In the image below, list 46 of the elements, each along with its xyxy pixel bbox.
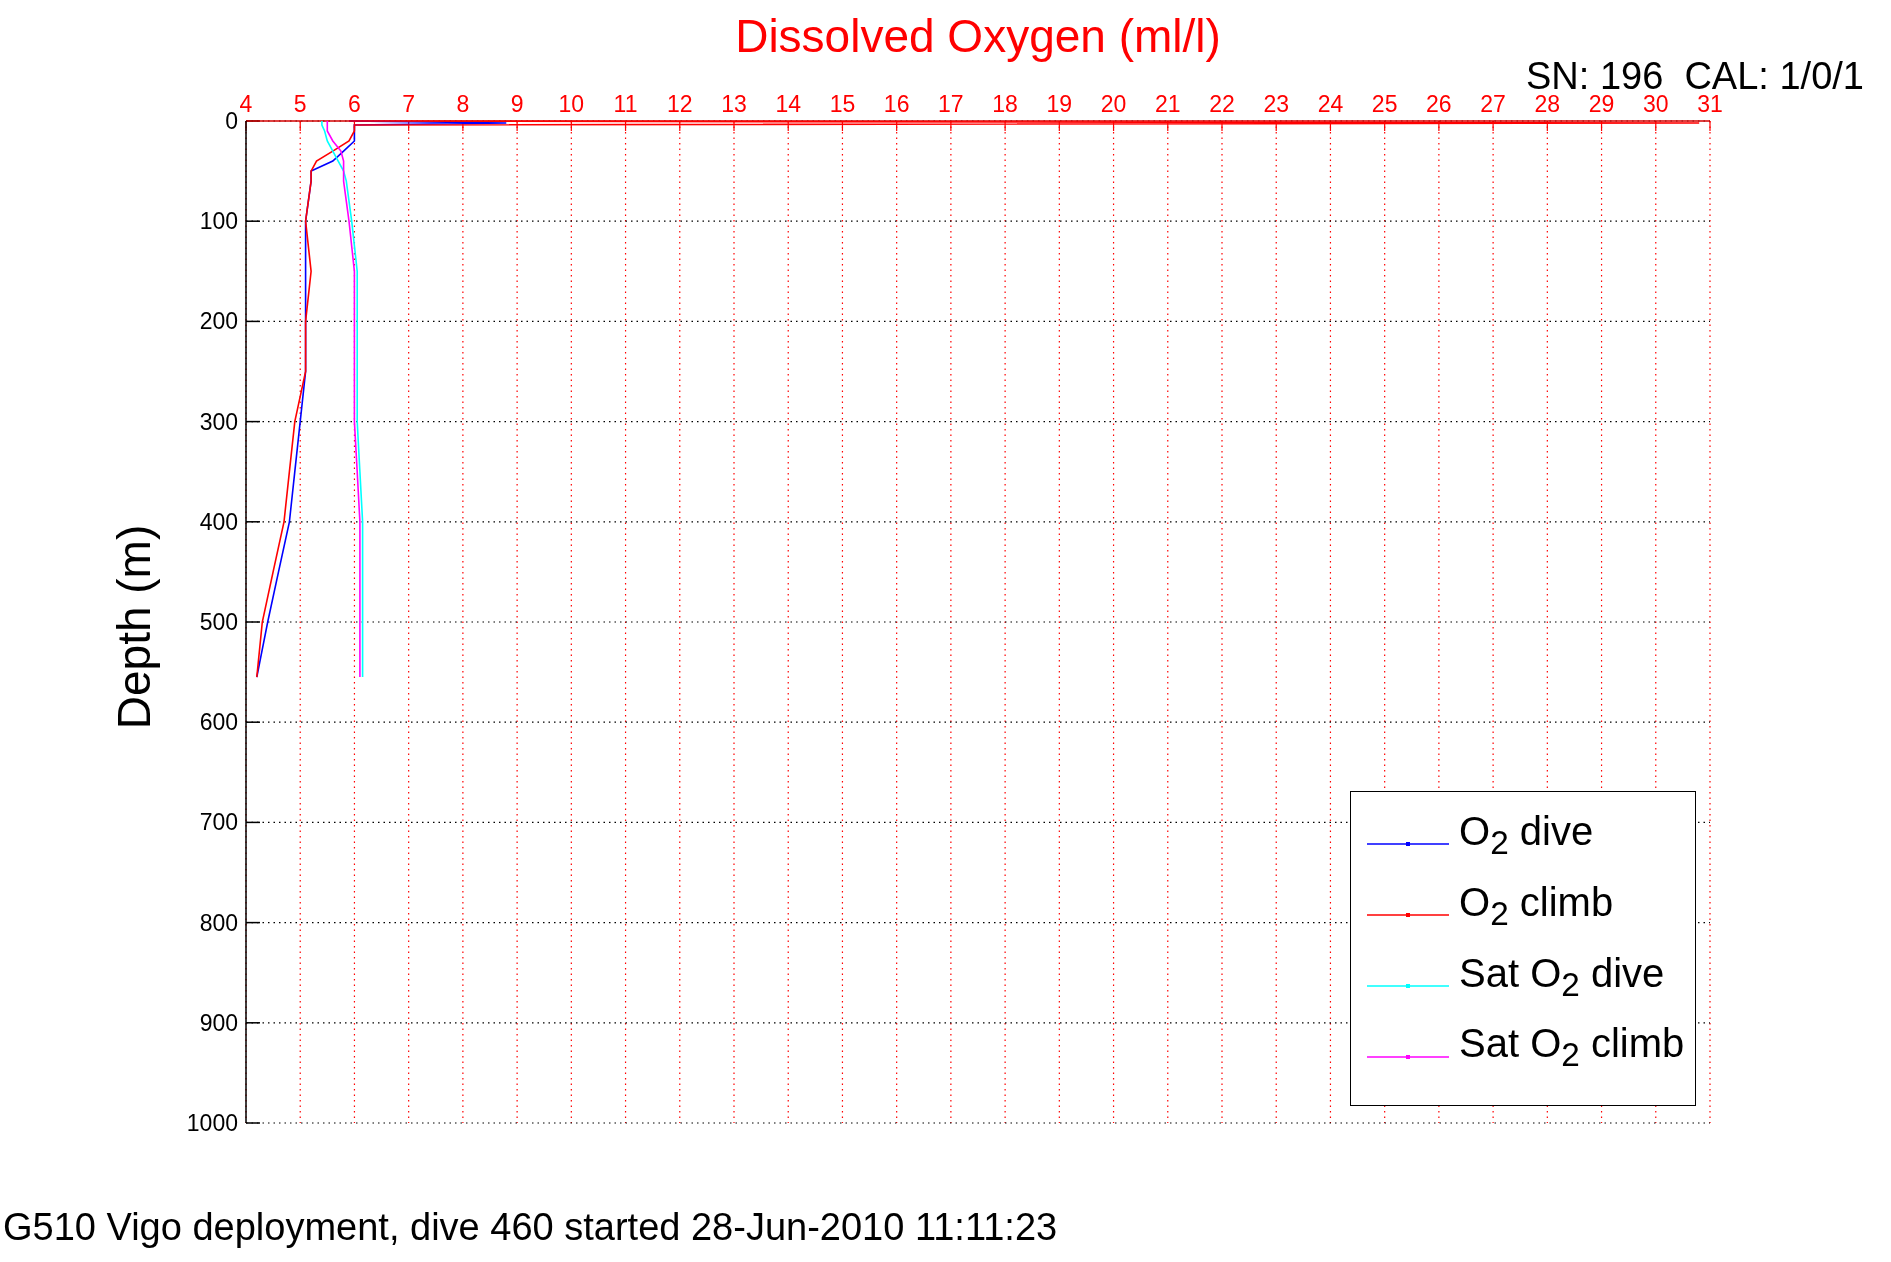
axis-tick-label: 24 — [1317, 91, 1344, 117]
axis-tick-label: 6 — [348, 91, 361, 117]
legend-label: Sat O$_{2}$ climb — [1459, 1023, 1685, 1072]
axis-tick-label: 400 — [199, 508, 238, 535]
axis-tick-label: 8 — [456, 91, 470, 117]
axis-title: Dissolved Oxygen (ml/l) — [735, 10, 1221, 62]
axis-tick-label: 15 — [829, 91, 856, 117]
legend-label: O$_{2}$ climb — [1459, 881, 1614, 931]
axis-tick-label: 27 — [1480, 91, 1506, 117]
axis-tick-label: 900 — [199, 1009, 238, 1036]
axis-tick-label: 13 — [721, 91, 747, 117]
axis-tick-label: 18 — [992, 91, 1018, 117]
axis-tick-label: 19 — [1046, 91, 1073, 117]
axis-tick-label: 25 — [1371, 91, 1398, 117]
axis-tick-label: 11 — [613, 91, 638, 117]
axis-tick-label: 12 — [667, 91, 693, 117]
legend-label: O$_{2}$ dive — [1459, 811, 1594, 860]
axis-tick-label: 7 — [402, 91, 416, 117]
axis-tick-label: 300 — [199, 408, 238, 435]
axis-tick-label: 28 — [1534, 91, 1561, 117]
axis-tick-label: 800 — [199, 909, 238, 936]
axis-tick-label: 1000 — [186, 1110, 238, 1136]
axis-tick-label: 4 — [239, 91, 253, 117]
axis-tick-label: 14 — [775, 91, 801, 117]
axis-tick-label: 20 — [1100, 91, 1127, 117]
axis-tick-label: 5 — [293, 91, 307, 117]
axis-tick-label: 30 — [1643, 91, 1669, 117]
axis-tick-label: 17 — [938, 91, 964, 117]
axis-tick-label: 500 — [199, 609, 238, 635]
axis-tick-label: 31 — [1697, 91, 1723, 117]
axis-tick-label: 22 — [1209, 91, 1235, 117]
axis-tick-label: 10 — [558, 91, 585, 117]
figure-caption: G510 Vigo deployment, dive 460 started 28-Jun-2010 11:11:23 — [3, 1206, 1058, 1248]
axis-tick-label: 100 — [199, 208, 238, 235]
axis-tick-label: 26 — [1426, 91, 1452, 117]
axis-tick-label: 0 — [225, 108, 238, 134]
axis-tick-label: 16 — [883, 91, 910, 117]
axis-tick-label: 29 — [1588, 91, 1615, 117]
axis-title: Depth (m) — [108, 524, 160, 730]
legend-label: Sat O$_{2}$ dive — [1459, 952, 1665, 1002]
axis-tick-label: 200 — [199, 308, 238, 335]
axis-tick-label: 23 — [1263, 91, 1289, 117]
axis-tick-label: 9 — [510, 91, 524, 117]
axis-tick-label: 600 — [199, 709, 238, 736]
axis-tick-label: 21 — [1155, 91, 1181, 117]
axis-tick-label: 700 — [199, 809, 238, 836]
